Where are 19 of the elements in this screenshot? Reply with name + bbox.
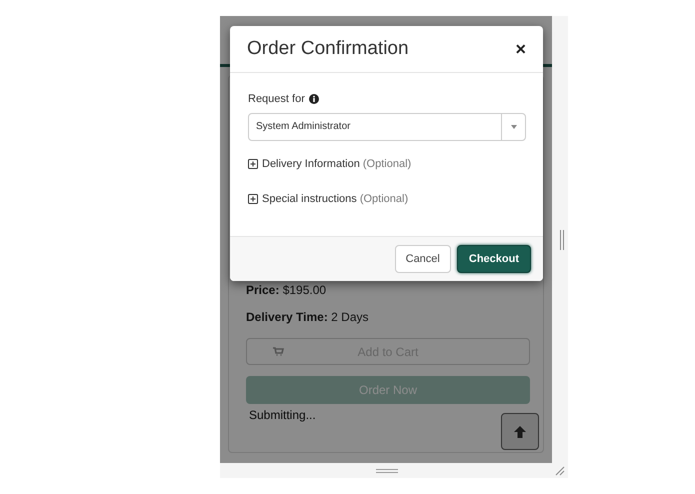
- delivery-time-text: Delivery Time: 2 Days: [246, 309, 370, 325]
- caret-down-icon: [510, 124, 516, 128]
- modal-title: Order Confirmation: [247, 36, 409, 61]
- field-label: Request for: [248, 92, 305, 107]
- price-text: Price: $195.00: [246, 282, 328, 298]
- close-button[interactable]: ×: [515, 40, 526, 58]
- resize-grip-icon[interactable]: [555, 466, 565, 476]
- resize-handle[interactable]: [376, 469, 398, 473]
- section-toggle[interactable]: Special instructions (Optional): [248, 191, 525, 208]
- status-text: Submitting...: [249, 407, 317, 424]
- resize-handle[interactable]: [560, 230, 564, 250]
- section-toggle[interactable]: Delivery Information (Optional): [248, 156, 525, 172]
- cart-icon: [273, 347, 284, 357]
- arrow-up-icon: [513, 424, 527, 438]
- cancel-button[interactable]: Cancel: [394, 245, 451, 273]
- info-icon: [308, 94, 319, 104]
- scroll-top-button[interactable]: [501, 413, 539, 450]
- checkout-button[interactable]: Checkout: [456, 245, 531, 273]
- select-field[interactable]: System Administrator: [248, 112, 526, 140]
